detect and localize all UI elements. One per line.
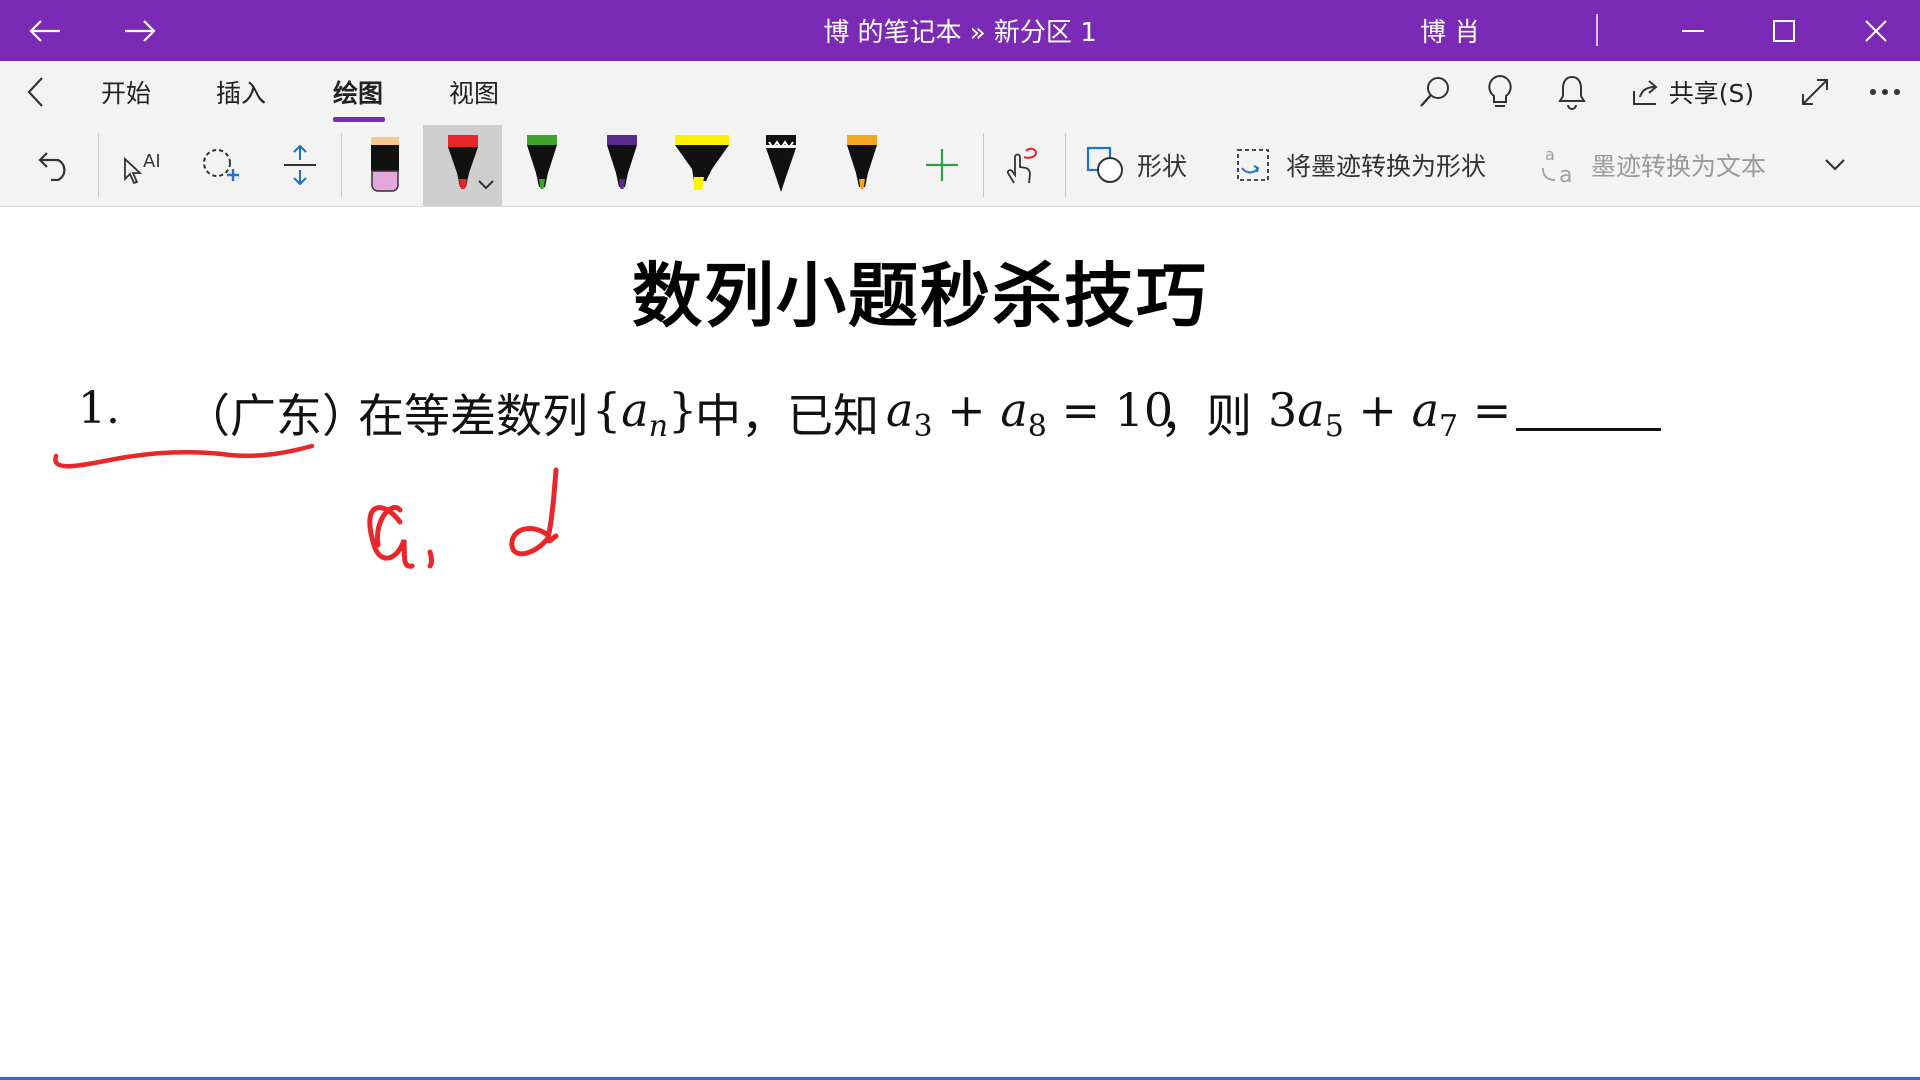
ink-layer	[53, 443, 559, 569]
ink-letter-d	[509, 467, 559, 557]
ink-comma	[427, 549, 434, 569]
ink-letter-a	[367, 505, 415, 569]
ink-underline	[53, 443, 315, 469]
